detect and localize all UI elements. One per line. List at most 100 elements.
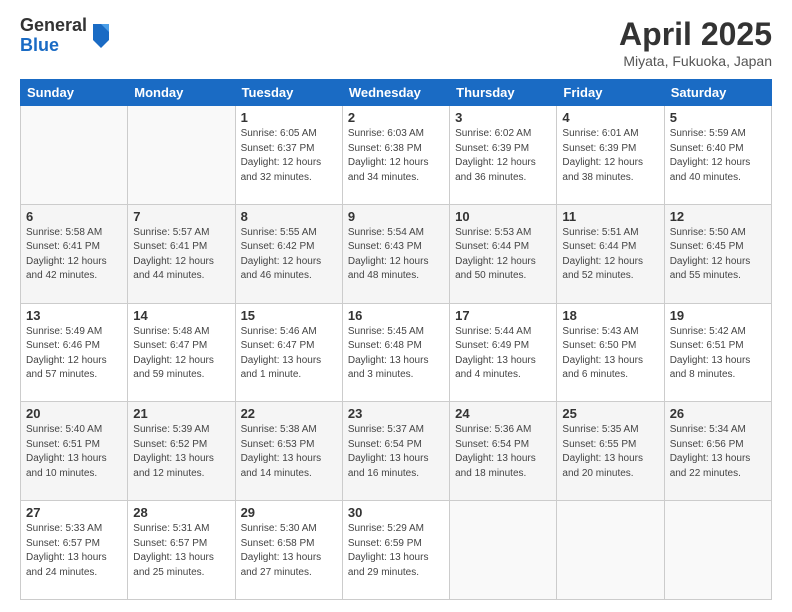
- day-info: Sunrise: 5:31 AM Sunset: 6:57 PM Dayligh…: [133, 522, 229, 580]
- cal-cell: 17 Sunrise: 5:44 AM Sunset: 6:49 PM Dayli…: [450, 303, 557, 402]
- day-number: 4: [562, 110, 658, 125]
- cal-cell: [21, 106, 128, 205]
- day-number: 16: [348, 308, 444, 323]
- cal-cell: 15 Sunrise: 5:46 AM Sunset: 6:47 PM Dayli…: [235, 303, 342, 402]
- cal-cell: 2 Sunrise: 6:03 AM Sunset: 6:38 PM Daylig…: [342, 106, 449, 205]
- day-info: Sunrise: 5:58 AM Sunset: 6:41 PM Dayligh…: [26, 226, 122, 284]
- day-number: 1: [241, 110, 337, 125]
- day-info: Sunrise: 5:29 AM Sunset: 6:59 PM Dayligh…: [348, 522, 444, 580]
- day-info: Sunrise: 5:30 AM Sunset: 6:58 PM Dayligh…: [241, 522, 337, 580]
- day-info: Sunrise: 5:34 AM Sunset: 6:56 PM Dayligh…: [670, 423, 766, 481]
- cal-cell: 12Sunrise: 5:50 AM Sunset: 6:45 PM Dayli…: [664, 204, 771, 303]
- day-info: Sunrise: 5:53 AM Sunset: 6:44 PM Dayligh…: [455, 226, 551, 284]
- day-number: 28: [133, 505, 229, 520]
- day-number: 6: [26, 209, 122, 224]
- day-number: 3: [455, 110, 551, 125]
- cal-cell: 19 Sunrise: 5:42 AM Sunset: 6:51 PM Dayli…: [664, 303, 771, 402]
- col-header-tuesday: Tuesday: [235, 80, 342, 106]
- day-info: Sunrise: 5:42 AM Sunset: 6:51 PM Dayligh…: [670, 325, 766, 383]
- day-number: 21: [133, 406, 229, 421]
- cal-cell: 23 Sunrise: 5:37 AM Sunset: 6:54 PM Dayli…: [342, 402, 449, 501]
- day-info: Sunrise: 6:02 AM Sunset: 6:39 PM Dayligh…: [455, 127, 551, 185]
- cal-cell: 30 Sunrise: 5:29 AM Sunset: 6:59 PM Dayli…: [342, 501, 449, 600]
- day-number: 22: [241, 406, 337, 421]
- cal-cell: 27 Sunrise: 5:33 AM Sunset: 6:57 PM Dayli…: [21, 501, 128, 600]
- day-info: Sunrise: 5:37 AM Sunset: 6:54 PM Dayligh…: [348, 423, 444, 481]
- day-number: 9: [348, 209, 444, 224]
- cal-cell: 7Sunrise: 5:57 AM Sunset: 6:41 PM Daylig…: [128, 204, 235, 303]
- cal-cell: 3 Sunrise: 6:02 AM Sunset: 6:39 PM Daylig…: [450, 106, 557, 205]
- cal-cell: [128, 106, 235, 205]
- logo-blue: Blue: [20, 36, 87, 56]
- day-info: Sunrise: 6:05 AM Sunset: 6:37 PM Dayligh…: [241, 127, 337, 185]
- day-number: 27: [26, 505, 122, 520]
- day-number: 24: [455, 406, 551, 421]
- col-header-wednesday: Wednesday: [342, 80, 449, 106]
- col-header-saturday: Saturday: [664, 80, 771, 106]
- day-info: Sunrise: 5:48 AM Sunset: 6:47 PM Dayligh…: [133, 325, 229, 383]
- cal-cell: 21Sunrise: 5:39 AM Sunset: 6:52 PM Dayli…: [128, 402, 235, 501]
- day-number: 29: [241, 505, 337, 520]
- day-info: Sunrise: 5:55 AM Sunset: 6:42 PM Dayligh…: [241, 226, 337, 284]
- calendar-table: SundayMondayTuesdayWednesdayThursdayFrid…: [20, 79, 772, 600]
- day-number: 25: [562, 406, 658, 421]
- title-area: April 2025 Miyata, Fukuoka, Japan: [619, 16, 772, 69]
- day-number: 14: [133, 308, 229, 323]
- cal-cell: 11 Sunrise: 5:51 AM Sunset: 6:44 PM Dayli…: [557, 204, 664, 303]
- logo-text: General Blue: [20, 16, 87, 56]
- cal-cell: [450, 501, 557, 600]
- day-info: Sunrise: 5:35 AM Sunset: 6:55 PM Dayligh…: [562, 423, 658, 481]
- cal-cell: 9 Sunrise: 5:54 AM Sunset: 6:43 PM Daylig…: [342, 204, 449, 303]
- day-info: Sunrise: 5:36 AM Sunset: 6:54 PM Dayligh…: [455, 423, 551, 481]
- cal-cell: 10 Sunrise: 5:53 AM Sunset: 6:44 PM Dayli…: [450, 204, 557, 303]
- day-info: Sunrise: 5:40 AM Sunset: 6:51 PM Dayligh…: [26, 423, 122, 481]
- logo: General Blue: [20, 16, 113, 56]
- cal-cell: 6 Sunrise: 5:58 AM Sunset: 6:41 PM Daylig…: [21, 204, 128, 303]
- cal-cell: 1 Sunrise: 6:05 AM Sunset: 6:37 PM Daylig…: [235, 106, 342, 205]
- day-info: Sunrise: 5:43 AM Sunset: 6:50 PM Dayligh…: [562, 325, 658, 383]
- cal-cell: 20Sunrise: 5:40 AM Sunset: 6:51 PM Dayli…: [21, 402, 128, 501]
- day-info: Sunrise: 5:49 AM Sunset: 6:46 PM Dayligh…: [26, 325, 122, 383]
- day-number: 19: [670, 308, 766, 323]
- cal-cell: 14 Sunrise: 5:48 AM Sunset: 6:47 PM Dayli…: [128, 303, 235, 402]
- day-number: 15: [241, 308, 337, 323]
- col-header-monday: Monday: [128, 80, 235, 106]
- cal-cell: 8 Sunrise: 5:55 AM Sunset: 6:42 PM Daylig…: [235, 204, 342, 303]
- cal-cell: 28 Sunrise: 5:31 AM Sunset: 6:57 PM Dayli…: [128, 501, 235, 600]
- day-number: 8: [241, 209, 337, 224]
- day-number: 30: [348, 505, 444, 520]
- location: Miyata, Fukuoka, Japan: [619, 53, 772, 69]
- logo-icon: [89, 20, 113, 48]
- cal-cell: 5 Sunrise: 5:59 AM Sunset: 6:40 PM Daylig…: [664, 106, 771, 205]
- day-info: Sunrise: 5:33 AM Sunset: 6:57 PM Dayligh…: [26, 522, 122, 580]
- day-info: Sunrise: 5:59 AM Sunset: 6:40 PM Dayligh…: [670, 127, 766, 185]
- logo-general: General: [20, 16, 87, 36]
- day-number: 17: [455, 308, 551, 323]
- cal-cell: 25 Sunrise: 5:35 AM Sunset: 6:55 PM Dayli…: [557, 402, 664, 501]
- cal-cell: 24 Sunrise: 5:36 AM Sunset: 6:54 PM Dayli…: [450, 402, 557, 501]
- cal-cell: 29 Sunrise: 5:30 AM Sunset: 6:58 PM Dayli…: [235, 501, 342, 600]
- day-info: Sunrise: 5:44 AM Sunset: 6:49 PM Dayligh…: [455, 325, 551, 383]
- day-info: Sunrise: 5:51 AM Sunset: 6:44 PM Dayligh…: [562, 226, 658, 284]
- cal-cell: 26Sunrise: 5:34 AM Sunset: 6:56 PM Dayli…: [664, 402, 771, 501]
- day-number: 18: [562, 308, 658, 323]
- cal-cell: 4 Sunrise: 6:01 AM Sunset: 6:39 PM Daylig…: [557, 106, 664, 205]
- day-info: Sunrise: 6:03 AM Sunset: 6:38 PM Dayligh…: [348, 127, 444, 185]
- day-info: Sunrise: 6:01 AM Sunset: 6:39 PM Dayligh…: [562, 127, 658, 185]
- day-info: Sunrise: 5:38 AM Sunset: 6:53 PM Dayligh…: [241, 423, 337, 481]
- col-header-friday: Friday: [557, 80, 664, 106]
- cal-cell: 18 Sunrise: 5:43 AM Sunset: 6:50 PM Dayli…: [557, 303, 664, 402]
- day-number: 11: [562, 209, 658, 224]
- cal-cell: [664, 501, 771, 600]
- cal-cell: 13Sunrise: 5:49 AM Sunset: 6:46 PM Dayli…: [21, 303, 128, 402]
- day-number: 10: [455, 209, 551, 224]
- col-header-sunday: Sunday: [21, 80, 128, 106]
- day-info: Sunrise: 5:45 AM Sunset: 6:48 PM Dayligh…: [348, 325, 444, 383]
- day-info: Sunrise: 5:46 AM Sunset: 6:47 PM Dayligh…: [241, 325, 337, 383]
- month-title: April 2025: [619, 16, 772, 53]
- day-number: 2: [348, 110, 444, 125]
- day-number: 23: [348, 406, 444, 421]
- day-number: 7: [133, 209, 229, 224]
- day-info: Sunrise: 5:54 AM Sunset: 6:43 PM Dayligh…: [348, 226, 444, 284]
- day-number: 5: [670, 110, 766, 125]
